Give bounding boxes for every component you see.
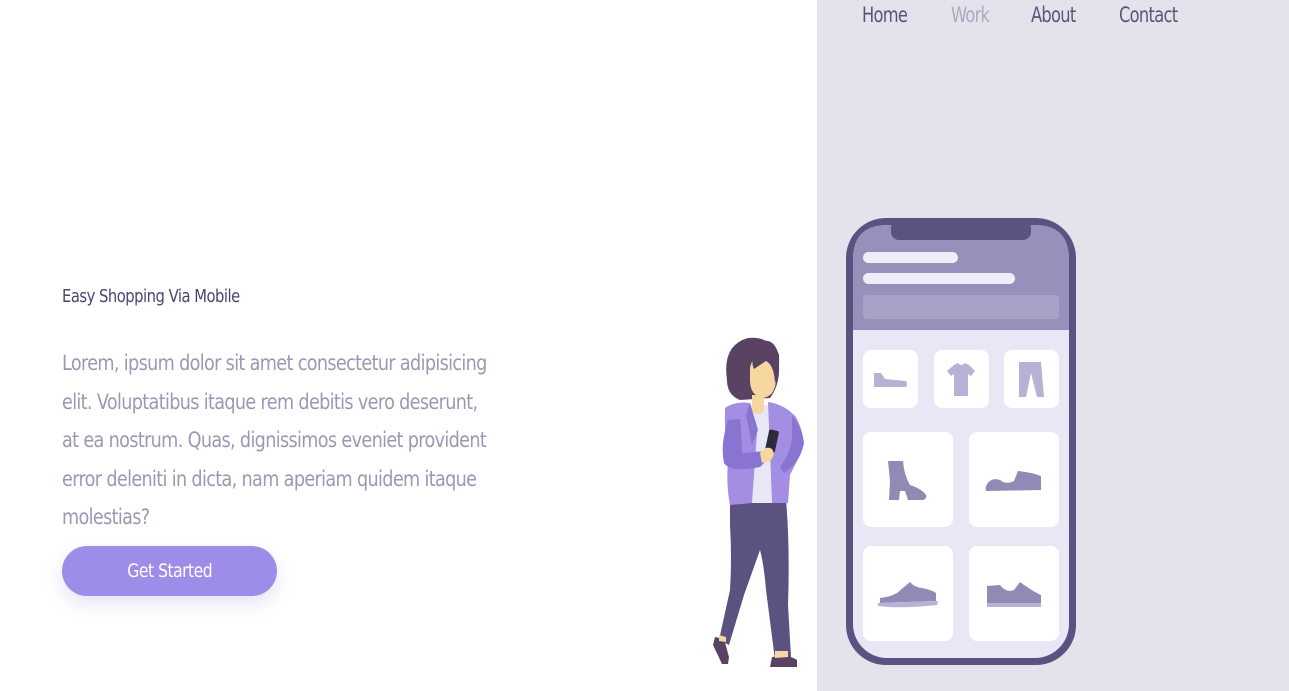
get-started-button[interactable]: Get Started: [62, 546, 277, 596]
mobile-shopping-illustration: [713, 218, 1076, 667]
landing-page: Home Work About Contact Easy Shopping Vi…: [0, 0, 1289, 691]
nav-work-link[interactable]: Work: [951, 1, 990, 29]
hero-description: Lorem, ipsum dolor sit amet consectetur …: [62, 351, 487, 530]
nav-about-link[interactable]: About: [1031, 1, 1076, 29]
woman-figure-icon: [713, 337, 804, 667]
nav-contact-link[interactable]: Contact: [1119, 1, 1178, 29]
nav-home-link[interactable]: Home: [862, 1, 908, 29]
hero-title: Easy Shopping Via Mobile: [62, 286, 240, 307]
top-nav: Home Work About Contact: [862, 0, 1187, 30]
get-started-label: Get Started: [127, 560, 212, 582]
